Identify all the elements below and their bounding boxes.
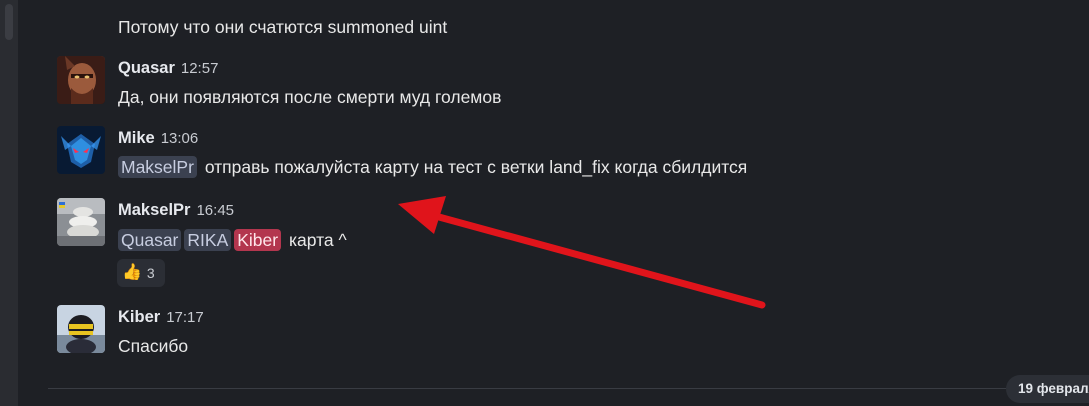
date-separator-line: [48, 388, 1006, 389]
author-name[interactable]: Kiber: [118, 308, 160, 326]
mention-kiber[interactable]: Kiber: [234, 229, 282, 251]
author-name[interactable]: Mike: [118, 129, 155, 147]
message-text: Спасибо: [118, 336, 189, 356]
thumbs-up-icon: 👍: [122, 264, 142, 281]
timestamp[interactable]: 12:57: [181, 60, 219, 77]
message-text: Да, они появляются после смерти муд голе…: [118, 87, 502, 107]
message-header-makselpr: MakselPr 16:45: [118, 200, 234, 221]
timestamp[interactable]: 16:45: [196, 202, 234, 219]
message-text-continuation: Потому что они счатются summoned uint: [118, 17, 448, 37]
mention-quasar[interactable]: Quasar: [118, 229, 182, 251]
date-divider-pill: 19 февраля: [1006, 375, 1089, 403]
left-scroll-strip[interactable]: [0, 0, 18, 406]
timestamp[interactable]: 13:06: [161, 130, 199, 147]
message-header-kiber: Kiber 17:17: [118, 307, 204, 328]
avatar-kiber[interactable]: [57, 305, 105, 353]
mention-makselpr[interactable]: MakselPr: [118, 156, 197, 178]
message-text: отправь пожалуйста карту на тест с ветки…: [204, 157, 748, 177]
message-body-makselpr: Quasar RIKA Kiber карта ^: [118, 229, 347, 251]
avatar-mike[interactable]: [57, 126, 105, 174]
author-name[interactable]: MakselPr: [118, 201, 190, 219]
message-header-quasar: Quasar 12:57: [118, 58, 218, 79]
avatar-quasar[interactable]: [57, 56, 105, 104]
reaction-count: 3: [146, 265, 155, 281]
timestamp[interactable]: 17:17: [166, 309, 204, 326]
avatar-makselpr[interactable]: [57, 198, 105, 246]
author-name[interactable]: Quasar: [118, 59, 175, 77]
mention-rika[interactable]: RIKA: [184, 229, 232, 251]
reaction-thumbs-up[interactable]: 👍 3: [117, 259, 165, 287]
message-body-mike: MakselPr отправь пожалуйста карту на тес…: [118, 156, 747, 178]
message-header-mike: Mike 13:06: [118, 128, 198, 149]
message-text: карта ^: [288, 230, 347, 250]
scrollbar-thumb[interactable]: [5, 4, 13, 40]
